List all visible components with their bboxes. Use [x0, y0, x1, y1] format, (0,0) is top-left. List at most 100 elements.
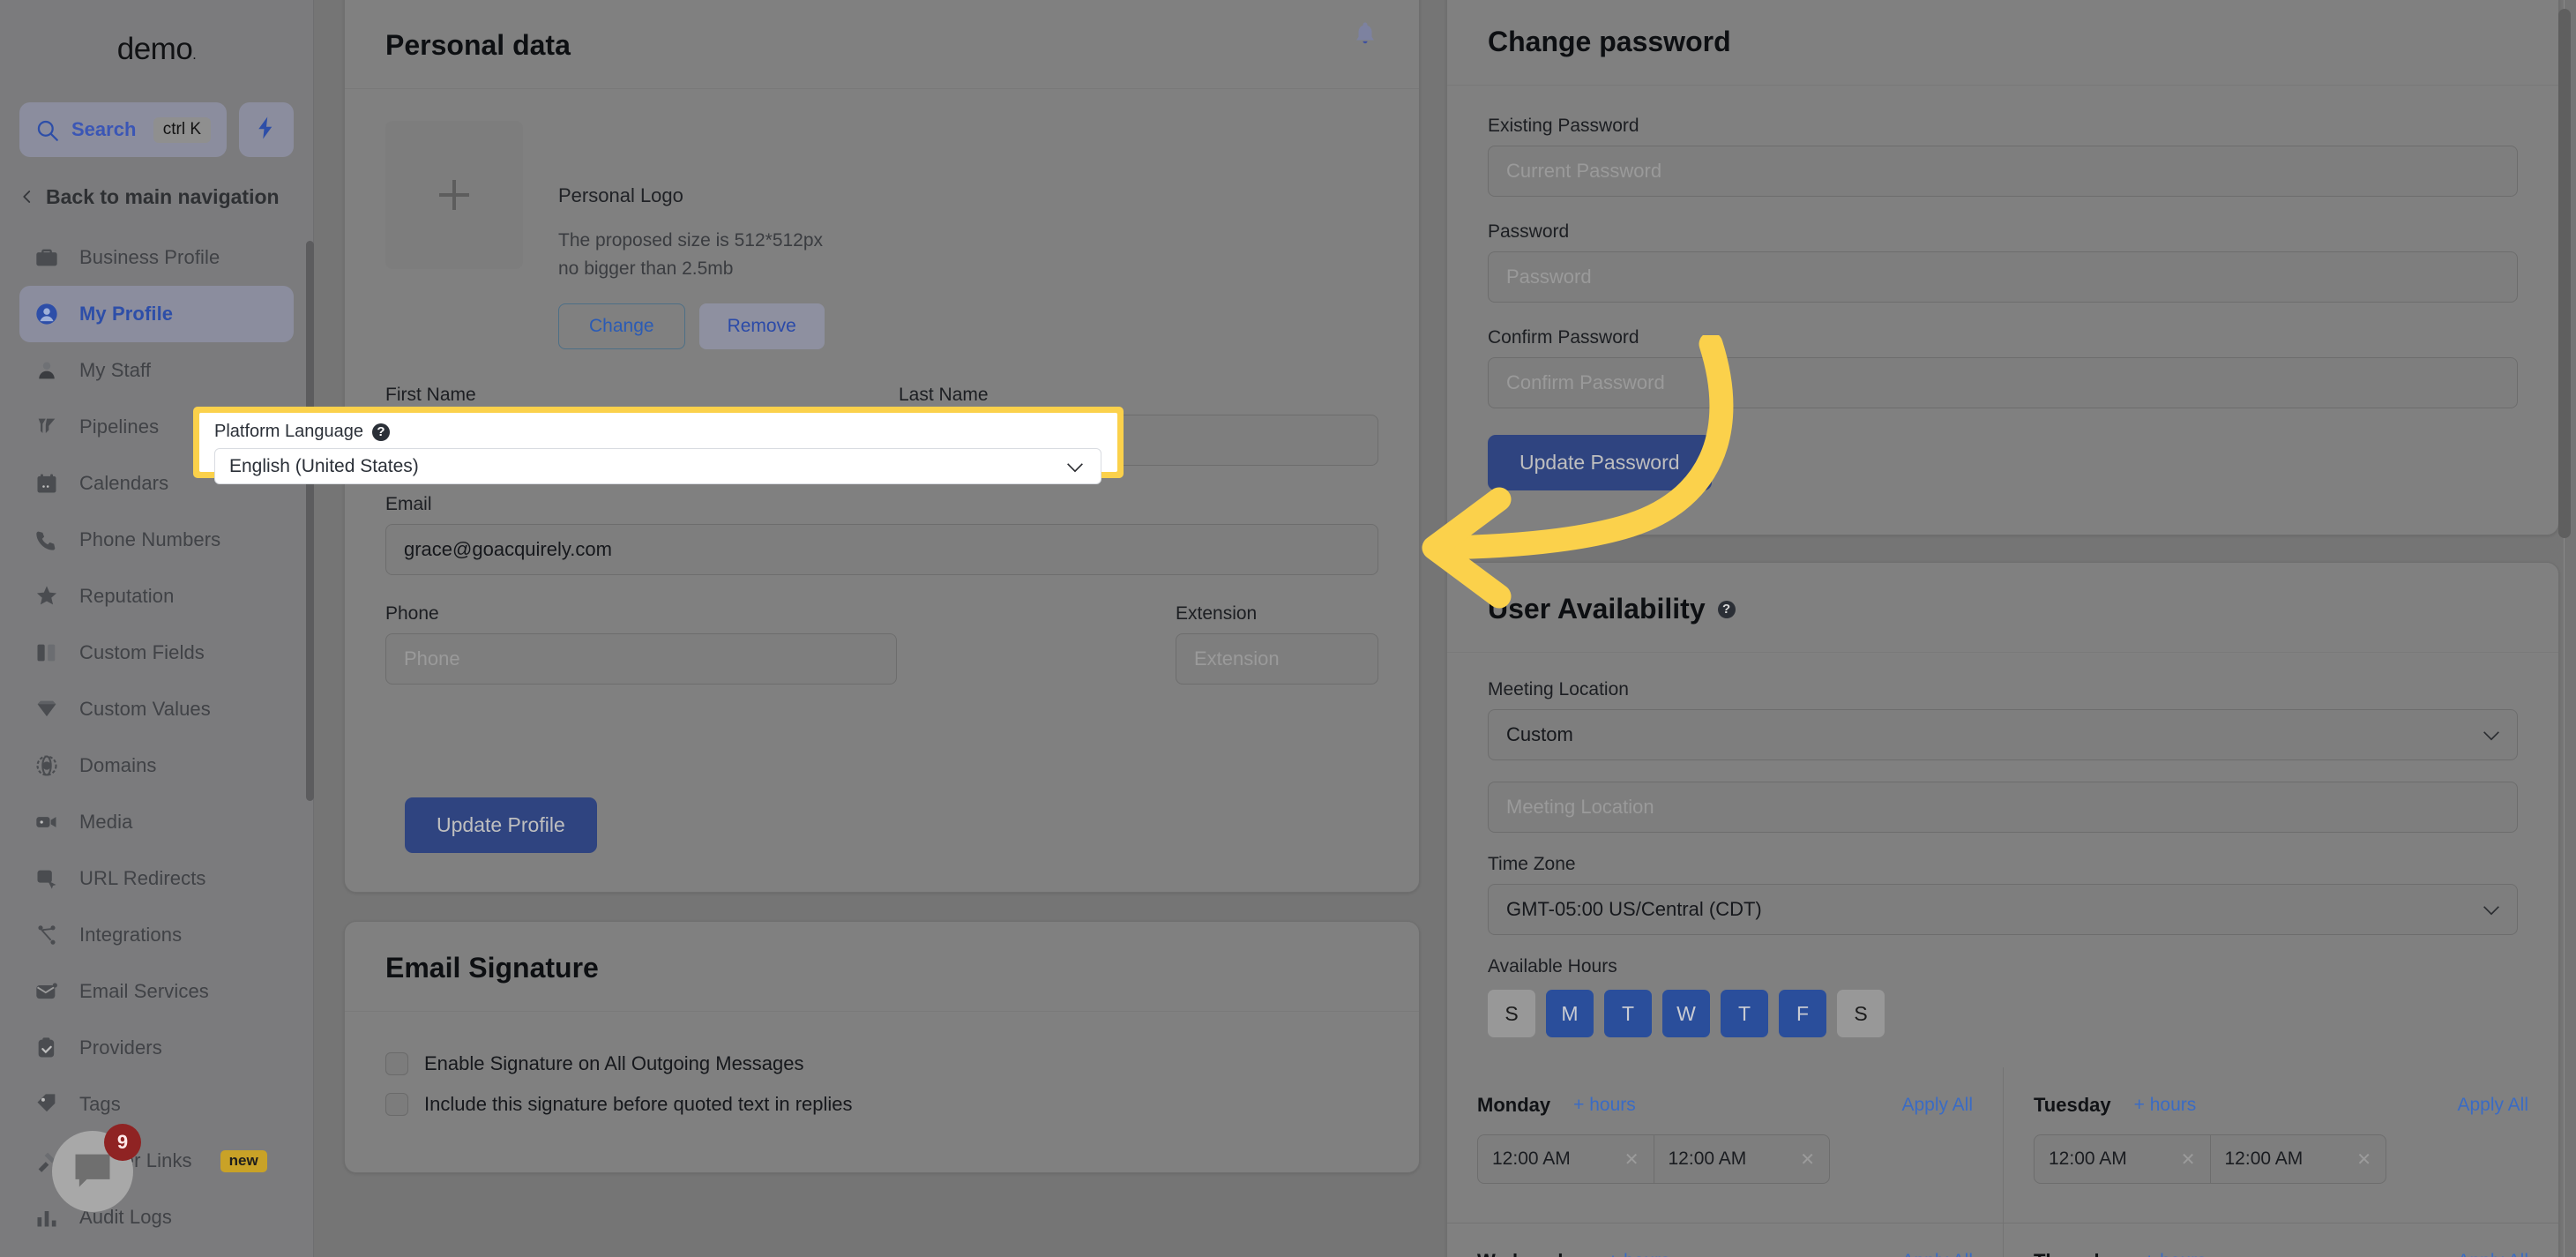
- available-hours-label: Available Hours: [1488, 956, 1617, 976]
- clear-end-time-icon[interactable]: ✕: [2356, 1149, 2371, 1171]
- logo-upload-dropzone[interactable]: [385, 121, 523, 269]
- add-hours-link[interactable]: + hours: [2144, 1251, 2206, 1257]
- sidebar-item-email-services[interactable]: Email Services: [19, 963, 294, 1020]
- clear-start-time-icon[interactable]: ✕: [2181, 1149, 2196, 1171]
- email-group: Email: [385, 494, 1378, 575]
- meeting-location-value[interactable]: [1488, 709, 2518, 760]
- sidebar-scrollbar[interactable]: [306, 241, 314, 801]
- new-password-input[interactable]: [1488, 251, 2518, 303]
- sidebar-item-audit-logs[interactable]: Audit Logs: [19, 1189, 294, 1246]
- search-icon: [35, 118, 59, 142]
- quick-actions-button[interactable]: [239, 102, 294, 157]
- enable-signature-checkbox[interactable]: [385, 1052, 408, 1075]
- email-input[interactable]: [385, 524, 1378, 575]
- enable-signature-label: Enable Signature on All Outgoing Message…: [424, 1052, 804, 1074]
- hours-cell-tuesday: Tuesday + hours Apply All 12:00 AM ✕ 12:00 AM…: [2003, 1067, 2558, 1223]
- new-password-label: Password: [1488, 221, 1570, 242]
- include-signature-checkbox[interactable]: [385, 1093, 408, 1116]
- personal-data-body: Personal Logo The proposed size is 512*5…: [345, 89, 1419, 892]
- question-mark-icon[interactable]: ?: [372, 423, 391, 441]
- apply-all-link[interactable]: Apply All: [2457, 1251, 2528, 1257]
- existing-password-label: Existing Password: [1488, 116, 1639, 136]
- apply-all-link[interactable]: Apply All: [1901, 1251, 1973, 1257]
- start-time-field[interactable]: 12:00 AM ✕: [2035, 1135, 2210, 1183]
- hours-day-label: Monday: [1477, 1094, 1551, 1116]
- day-toggle-wednesday[interactable]: W: [1662, 990, 1710, 1037]
- sidebar-item-my-profile[interactable]: My Profile: [19, 286, 294, 342]
- hours-head: Wednesday + hours Apply All: [1477, 1250, 1973, 1257]
- sidebar-item-business-profile[interactable]: Business Profile: [19, 229, 294, 286]
- bell-icon[interactable]: [1352, 19, 1378, 49]
- meeting-location-free-input[interactable]: [1488, 782, 2518, 833]
- add-hours-link[interactable]: + hours: [2134, 1095, 2197, 1116]
- page-scrollbar-thumb[interactable]: [2558, 9, 2571, 538]
- email-signature-card: Email Signature Enable Signature on All …: [344, 921, 1420, 1173]
- plus-icon: [439, 180, 469, 210]
- remove-logo-button[interactable]: Remove: [698, 303, 825, 349]
- sidebar-item-custom-fields[interactable]: Custom Fields: [19, 625, 294, 681]
- update-profile-button[interactable]: Update Profile: [405, 797, 597, 853]
- personal-logo-row: Personal Logo The proposed size is 512*5…: [385, 121, 1378, 349]
- sidebar-item-phone-numbers[interactable]: Phone Numbers: [19, 512, 294, 568]
- app-page: demo. Search ctrl K Back to main navigat…: [0, 0, 2576, 1257]
- time-zone-label: Time Zone: [1488, 854, 1576, 874]
- end-time-value: 12:00 AM: [1668, 1149, 1747, 1169]
- start-time-field[interactable]: 12:00 AM ✕: [1478, 1135, 1654, 1183]
- platform-language-select[interactable]: [214, 448, 1101, 484]
- columns-icon: [34, 640, 60, 666]
- day-toggle-tuesday[interactable]: T: [1604, 990, 1652, 1037]
- sidebar-search-row: Search ctrl K: [0, 102, 313, 157]
- existing-password-input[interactable]: [1488, 146, 2518, 197]
- phone-fields-row: Phone Extension: [385, 603, 1378, 685]
- platform-language-slot: [385, 707, 1378, 789]
- sidebar-item-integrations[interactable]: Integrations: [19, 907, 294, 963]
- sidebar-item-tags[interactable]: Tags: [19, 1076, 294, 1133]
- time-zone-select[interactable]: [1488, 884, 2518, 935]
- sidebar-item-providers[interactable]: Providers: [19, 1020, 294, 1076]
- email-signature-title: Email Signature: [385, 952, 599, 984]
- meeting-location-select[interactable]: [1488, 709, 2518, 760]
- include-signature-row[interactable]: Include this signature before quoted tex…: [385, 1093, 1378, 1116]
- back-label: Back to main navigation: [46, 184, 280, 208]
- sidebar-item-my-staff[interactable]: My Staff: [19, 342, 294, 399]
- clear-end-time-icon[interactable]: ✕: [1800, 1149, 1815, 1171]
- phone-icon: [34, 527, 60, 553]
- hours-head: Thursday + hours Apply All: [2034, 1250, 2528, 1257]
- bar-chart-icon: [34, 1204, 60, 1231]
- back-to-main-navigation[interactable]: Back to main navigation: [0, 164, 313, 229]
- day-toggle-saturday[interactable]: S: [1837, 990, 1885, 1037]
- apply-all-link[interactable]: Apply All: [2457, 1095, 2528, 1116]
- diamond-icon: [34, 696, 60, 722]
- hours-head: Monday + hours Apply All: [1477, 1094, 1973, 1117]
- add-hours-link[interactable]: + hours: [1573, 1095, 1636, 1116]
- change-password-title: Change password: [1488, 26, 1731, 57]
- end-time-field[interactable]: 12:00 AM ✕: [1653, 1135, 1830, 1183]
- enable-signature-row[interactable]: Enable Signature on All Outgoing Message…: [385, 1052, 1378, 1075]
- day-toggle-friday[interactable]: F: [1779, 990, 1826, 1037]
- time-zone-value[interactable]: [1488, 884, 2518, 935]
- redirect-icon: [34, 865, 60, 892]
- search-input[interactable]: Search ctrl K: [19, 102, 227, 157]
- sidebar-item-domains[interactable]: Domains: [19, 737, 294, 794]
- change-logo-button[interactable]: Change: [558, 303, 685, 349]
- change-password-header: Change password: [1447, 0, 2558, 86]
- sidebar-item-reputation[interactable]: Reputation: [19, 568, 294, 625]
- add-hours-link[interactable]: + hours: [1608, 1251, 1670, 1257]
- apply-all-link[interactable]: Apply All: [1901, 1095, 1973, 1116]
- sidebar-item-label: Providers: [79, 1036, 162, 1059]
- platform-language-label: Platform Language ?: [214, 422, 1101, 442]
- day-toggle-monday[interactable]: M: [1546, 990, 1594, 1037]
- phone-input[interactable]: [385, 633, 897, 685]
- sidebar-item-custom-values[interactable]: Custom Values: [19, 681, 294, 737]
- sidebar-item-url-redirects[interactable]: URL Redirects: [19, 850, 294, 907]
- platform-language-value[interactable]: [214, 448, 1101, 484]
- day-toggle-thursday[interactable]: T: [1721, 990, 1768, 1037]
- chevron-left-icon: [19, 189, 35, 205]
- end-time-field[interactable]: 12:00 AM ✕: [2209, 1135, 2386, 1183]
- day-toggle-sunday[interactable]: S: [1488, 990, 1535, 1037]
- email-signature-body: Enable Signature on All Outgoing Message…: [345, 1012, 1419, 1172]
- start-time-value: 12:00 AM: [1492, 1149, 1571, 1169]
- sidebar-item-media[interactable]: Media: [19, 794, 294, 850]
- extension-input[interactable]: [1176, 633, 1378, 685]
- clear-start-time-icon[interactable]: ✕: [1624, 1149, 1639, 1171]
